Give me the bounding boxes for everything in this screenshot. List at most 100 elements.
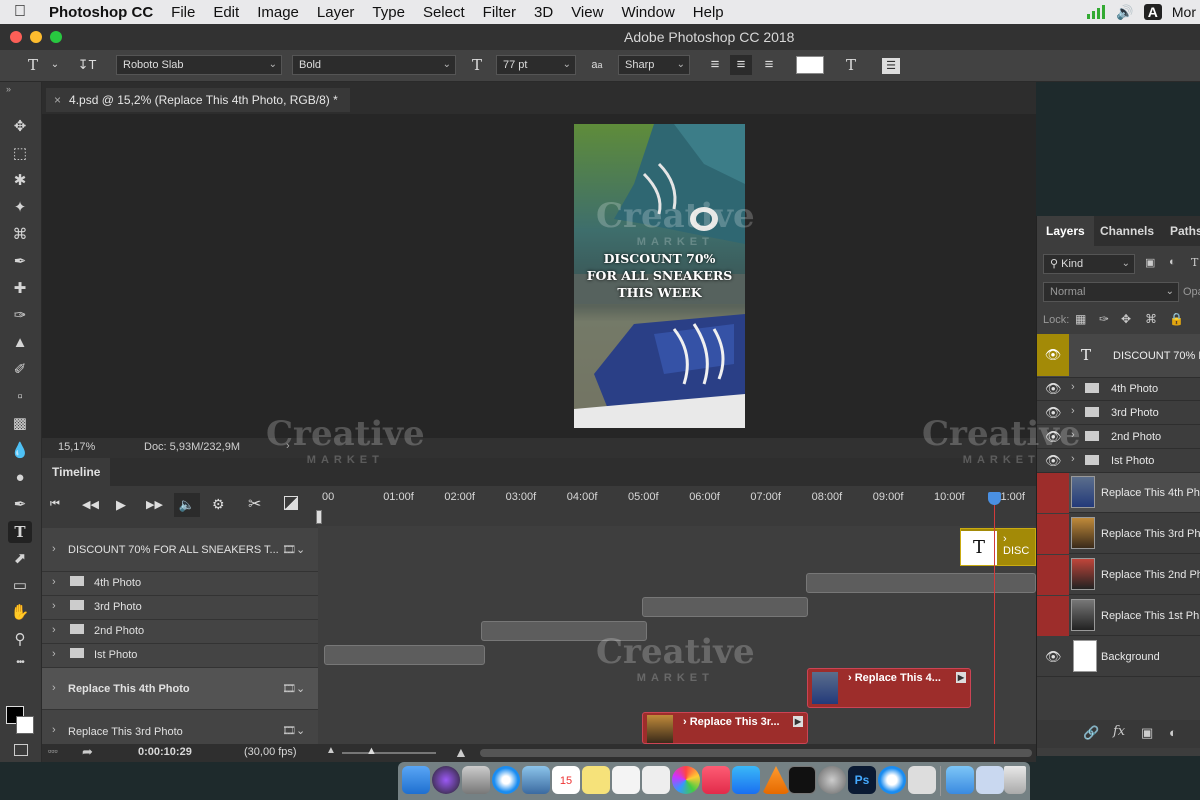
archive-utility-icon[interactable] [908,766,936,794]
filter-pixel-icon[interactable]: ▣ [1145,256,1155,269]
font-style-select[interactable]: Bold ⌄ [292,55,456,75]
visibility-eye-icon[interactable]: 👁 [1045,381,1062,397]
film-icon[interactable]: 🎞⌄ [282,543,305,556]
menu-layer[interactable]: Layer [308,4,364,21]
next-frame-icon[interactable]: ▶▶ [146,498,163,511]
visibility-eye-icon[interactable]: 👁 [1045,649,1062,665]
blur-tool-icon[interactable]: 💧 [8,440,32,462]
chevron-right-icon[interactable]: › [52,682,56,694]
track-folder[interactable]: › 2nd Photo [42,620,318,644]
crop-tool-icon[interactable]: ⌘ [8,224,32,246]
type-tool-icon[interactable]: T [8,521,32,543]
textedit-icon[interactable] [642,766,670,794]
group-clip-1st[interactable] [324,645,485,665]
zoom-out-icon[interactable]: ▲ [326,745,336,756]
layer-row-group[interactable]: 👁 › 4th Photo [1037,377,1200,401]
collapse-icon[interactable]: » [6,84,11,94]
calendar-icon[interactable]: 15 [552,766,580,794]
zoom-in-icon[interactable]: ▲ [454,744,468,760]
quick-mask-icon[interactable] [14,744,28,756]
timeline-tab[interactable]: Timeline [42,458,111,486]
close-window-button[interactable] [10,31,22,43]
eyedropper-tool-icon[interactable]: ✒ [8,251,32,273]
photoshop-icon[interactable]: Ps [848,766,876,794]
document-artwork[interactable]: DISCOUNT 70% FOR ALL SNEAKERS THIS WEEK [574,124,745,428]
healing-brush-tool-icon[interactable]: ✚ [8,278,32,300]
lock-artboard-icon[interactable]: ⌘ [1145,312,1157,326]
clip-end-icon[interactable]: ▶ [793,716,803,727]
track-text[interactable]: › DISCOUNT 70% FOR ALL SNEAKERS T... 🎞⌄ [42,528,318,572]
brush-tool-icon[interactable]: ✑ [8,305,32,327]
timeline-ruler[interactable]: 00 01:00f 02:00f 03:00f 04:00f 05:00f 06:00f 07… [318,486,1036,526]
dodge-tool-icon[interactable]: ● [8,467,32,489]
visibility-toggle[interactable] [1037,596,1069,636]
canvas-area[interactable]: DISCOUNT 70% FOR ALL SNEAKERS THIS WEEK [42,114,1036,438]
go-to-first-frame-icon[interactable]: ⏮ [50,498,60,511]
timeline-scrollbar[interactable] [480,749,1032,757]
zoom-level[interactable]: 15,17% [58,441,95,453]
tab-channels[interactable]: Channels [1091,216,1163,246]
character-panel-icon[interactable]: ☰ [882,58,900,74]
blend-mode-select[interactable]: Normal ⌄ [1043,282,1179,302]
user-name[interactable]: Mor [1172,4,1196,20]
path-select-tool-icon[interactable]: ⬈ [8,548,32,570]
chevron-down-icon[interactable]: ⌄ [44,55,66,75]
close-icon[interactable]: × [54,93,61,107]
track-video-selected[interactable]: › Replace This 4th Photo 🎞⌄ [42,668,318,710]
lock-transparent-icon[interactable]: ▦ [1075,312,1086,326]
folder-icon[interactable] [946,766,974,794]
group-clip-3rd[interactable] [642,597,808,617]
warp-text-icon[interactable]: T [840,55,862,75]
signal-icon[interactable] [1086,5,1106,19]
zoom-window-button[interactable] [50,31,62,43]
music-icon[interactable] [702,766,730,794]
safari-icon[interactable] [492,766,520,794]
photos-icon[interactable] [672,766,700,794]
settings-gear-icon[interactable]: ⚙ [212,496,225,513]
align-left-icon[interactable]: ≡ [704,55,726,75]
move-tool-icon[interactable]: ✥ [8,116,32,138]
menu-edit[interactable]: Edit [204,4,248,21]
filter-type-icon[interactable]: T [1191,256,1198,269]
chevron-right-icon[interactable]: › [52,648,56,660]
chevron-right-icon[interactable]: › [52,724,56,736]
more-tools-icon[interactable]: ••• [8,652,32,674]
track-folder[interactable]: › 3rd Photo [42,596,318,620]
playhead-handle[interactable] [988,492,1001,505]
layer-row-background[interactable]: 👁 Background [1037,637,1200,677]
zoom-slider-thumb[interactable]: ▲ [366,745,377,757]
menu-file[interactable]: File [162,4,204,21]
layer-row-smart[interactable]: Replace This 2nd Ph [1037,555,1200,595]
visibility-toggle[interactable] [1037,555,1069,595]
track-folder[interactable]: › 4th Photo [42,572,318,596]
align-center-icon[interactable]: ≡ [730,55,752,75]
clip-end-icon[interactable]: ▶ [956,672,966,683]
menu-3d[interactable]: 3D [525,4,562,21]
input-source-badge[interactable]: A [1143,4,1162,20]
adjustment-layer-icon[interactable]: ◐ [1169,725,1177,740]
link-layers-icon[interactable]: 🔗 [1083,725,1099,741]
align-right-icon[interactable]: ≡ [758,55,780,75]
eraser-tool-icon[interactable]: ▫ [8,386,32,408]
photo-app-icon[interactable] [522,766,550,794]
film-icon[interactable]: 🎞⌄ [282,724,305,737]
visibility-toggle[interactable] [1037,473,1069,513]
track-video[interactable]: › Replace This 3rd Photo 🎞⌄ [42,710,318,744]
pen-tool-icon[interactable]: ✒ [8,494,32,516]
background-color-swatch[interactable] [16,716,34,734]
layer-row-smart[interactable]: Replace This 3rd Ph [1037,514,1200,554]
previous-frame-icon[interactable]: ◀◀ [82,498,99,511]
fx-icon[interactable]: fx [1113,724,1125,739]
filter-adjustment-icon[interactable]: ◐ [1169,256,1176,268]
menu-select[interactable]: Select [414,4,474,21]
video-clip-4th[interactable]: › Replace This 4... ▶ [807,668,971,708]
terminal-icon[interactable] [788,766,816,794]
minimize-window-button[interactable] [30,31,42,43]
trash-icon[interactable] [1004,766,1026,794]
font-size-select[interactable]: 77 pt ⌄ [496,55,576,75]
work-area-start-handle[interactable] [316,510,322,524]
antialias-select[interactable]: Sharp ⌄ [618,55,690,75]
layer-row-smart[interactable]: Replace This 4th Ph [1037,473,1200,513]
lasso-tool-icon[interactable]: ✱ [8,170,32,192]
menu-view[interactable]: View [562,4,612,21]
